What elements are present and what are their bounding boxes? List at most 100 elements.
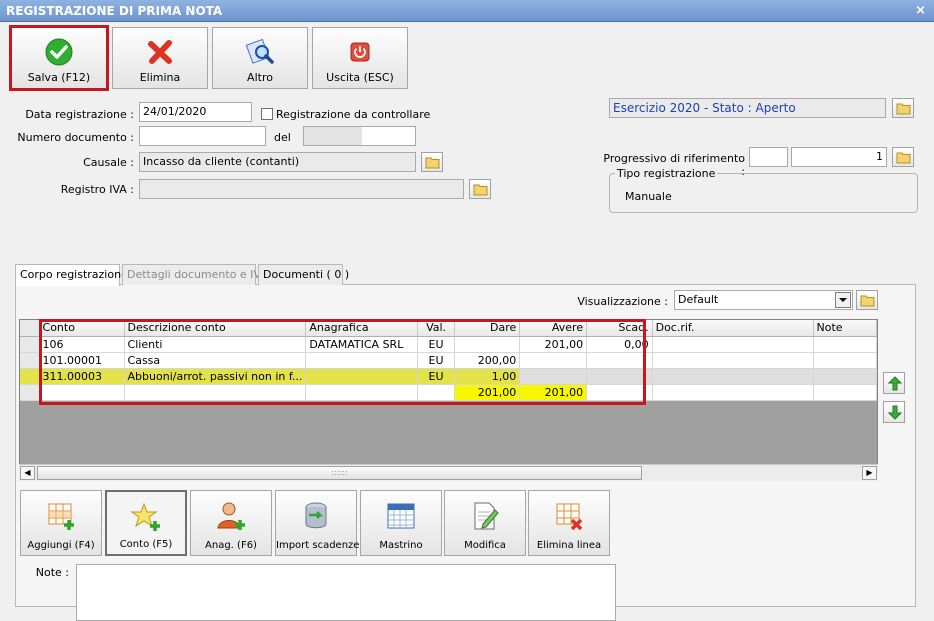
exit-button[interactable]: Uscita (ESC) <box>312 27 408 89</box>
col-descrizione[interactable]: Descrizione conto <box>124 320 307 337</box>
to-check-checkbox[interactable] <box>261 108 273 120</box>
close-icon[interactable]: × <box>915 0 926 22</box>
col-scad[interactable]: Scad. <box>586 320 653 337</box>
cell-note[interactable] <box>813 368 878 385</box>
progressive-input[interactable]: 1 <box>791 147 887 167</box>
vat-register-browse-button[interactable] <box>469 179 491 199</box>
row-header[interactable] <box>20 368 40 385</box>
scroll-left-icon[interactable]: ◀ <box>20 466 35 480</box>
reason-label: Causale : <box>83 156 134 169</box>
fiscal-year-browse-button[interactable] <box>892 98 914 118</box>
doc-date-input[interactable] <box>303 126 416 146</box>
window-titlebar: REGISTRAZIONE DI PRIMA NOTA × <box>0 0 934 22</box>
delete-button[interactable]: Elimina <box>112 27 208 89</box>
search-icon <box>246 38 274 64</box>
move-up-button[interactable] <box>883 372 905 394</box>
save-button-label: Salva (F12) <box>27 71 91 84</box>
ledger-button[interactable]: Mastrino <box>360 490 442 556</box>
col-conto[interactable]: Conto <box>39 320 125 337</box>
cell-conto[interactable]: 101.00001 <box>39 352 125 369</box>
chevron-down-icon[interactable] <box>835 292 851 308</box>
doc-number-input[interactable] <box>139 126 266 146</box>
registry-button[interactable]: Anag. (F6) <box>190 490 272 556</box>
cell-scad[interactable] <box>586 368 653 385</box>
arrow-down-icon <box>888 405 902 420</box>
cell-anagrafica[interactable]: DATAMATICA SRL <box>305 336 418 353</box>
window-title: REGISTRAZIONE DI PRIMA NOTA <box>6 4 223 18</box>
total-avere: 201,00 <box>519 384 588 401</box>
view-browse-button[interactable] <box>856 290 878 310</box>
cell-anagrafica[interactable] <box>305 368 418 385</box>
move-down-button[interactable] <box>883 401 905 423</box>
horizontal-scrollbar[interactable]: ◀ :::::: ▶ <box>19 464 878 481</box>
save-button[interactable]: Salva (F12) <box>9 25 109 91</box>
row-header <box>20 384 40 401</box>
totals-row: 201,00 201,00 <box>20 384 878 401</box>
doc-date-label: del <box>274 131 291 144</box>
table-row[interactable]: 106 Clienti DATAMATICA SRL EU 201,00 0,0… <box>20 336 878 353</box>
import-due-dates-button[interactable]: Import scadenze <box>275 490 359 556</box>
account-button[interactable]: Conto (F5) <box>105 490 187 556</box>
registration-type-label: Tipo registrazione <box>615 167 718 180</box>
cell-conto[interactable]: 106 <box>39 336 125 353</box>
table-row[interactable]: 101.00001 Cassa EU 200,00 <box>20 352 878 369</box>
tab-document-details[interactable]: Dettagli documento e IVA <box>122 264 268 285</box>
doc-number-label: Numero documento : <box>17 131 134 144</box>
view-select[interactable]: Default <box>674 290 853 310</box>
col-anagrafica[interactable]: Anagrafica <box>305 320 418 337</box>
cell-note[interactable] <box>813 336 878 353</box>
cell-val[interactable]: EU <box>417 336 456 353</box>
cell-dare[interactable]: 1,00 <box>454 368 521 385</box>
cell-avere[interactable] <box>519 368 588 385</box>
progressive-prefix-input[interactable] <box>749 147 788 167</box>
entries-grid[interactable]: Conto Descrizione conto Anagrafica Val. … <box>19 319 878 481</box>
cell-descrizione[interactable]: Abbuoni/arrot. passivi non in f... <box>124 368 307 385</box>
cell-scad[interactable] <box>586 352 653 369</box>
registration-type-value: Manuale <box>625 190 672 203</box>
cell-val[interactable]: EU <box>417 352 456 369</box>
col-avere[interactable]: Avere <box>519 320 588 337</box>
cell-descrizione[interactable]: Clienti <box>124 336 307 353</box>
reason-browse-button[interactable] <box>421 152 443 172</box>
tab-documents[interactable]: Documenti ( 0 ) <box>258 264 349 285</box>
reason-input[interactable]: Incasso da cliente (contanti) <box>139 152 416 172</box>
cell-docrif[interactable] <box>652 352 814 369</box>
cell-dare[interactable] <box>454 336 521 353</box>
delete-row-button[interactable]: Elimina linea <box>528 490 610 556</box>
cell-anagrafica[interactable] <box>305 352 418 369</box>
row-header[interactable] <box>20 352 40 369</box>
other-button[interactable]: Altro <box>212 27 308 89</box>
view-label: Visualizzazione : <box>577 295 668 308</box>
cell-avere[interactable]: 201,00 <box>519 336 588 353</box>
account-label: Conto (F5) <box>119 539 173 550</box>
table-row-selected[interactable]: 311.00003 Abbuoni/arrot. passivi non in … <box>20 368 878 385</box>
cell-avere[interactable] <box>519 352 588 369</box>
tab-body[interactable]: Corpo registrazione <box>15 264 128 286</box>
delete-row-icon <box>556 503 583 531</box>
vat-register-input[interactable] <box>139 179 464 199</box>
col-note[interactable]: Note <box>813 320 878 337</box>
col-docrif[interactable]: Doc.rif. <box>652 320 814 337</box>
ledger-label: Mastrino <box>379 540 423 551</box>
row-header[interactable] <box>20 336 40 353</box>
cell-scad[interactable]: 0,00 <box>586 336 653 353</box>
cell-conto[interactable]: 311.00003 <box>39 368 125 385</box>
cell-val[interactable]: EU <box>417 368 456 385</box>
date-input[interactable]: 24/01/2020 <box>139 102 252 122</box>
cell-note[interactable] <box>813 352 878 369</box>
edit-button[interactable]: Modifica <box>444 490 526 556</box>
vat-register-label: Registro IVA : <box>60 183 134 196</box>
col-val[interactable]: Val. <box>417 320 456 337</box>
star-add-icon <box>130 502 160 531</box>
scroll-thumb[interactable]: :::::: <box>37 466 642 480</box>
cell-docrif[interactable] <box>652 368 814 385</box>
col-dare[interactable]: Dare <box>454 320 521 337</box>
cell-descrizione[interactable]: Cassa <box>124 352 307 369</box>
arrow-up-icon <box>888 376 902 391</box>
cell-dare[interactable]: 200,00 <box>454 352 521 369</box>
note-textarea[interactable] <box>76 564 616 621</box>
scroll-right-icon[interactable]: ▶ <box>862 466 877 480</box>
cell-docrif[interactable] <box>652 336 814 353</box>
progressive-browse-button[interactable] <box>892 147 914 167</box>
add-row-button[interactable]: Aggiungi (F4) <box>20 490 102 556</box>
